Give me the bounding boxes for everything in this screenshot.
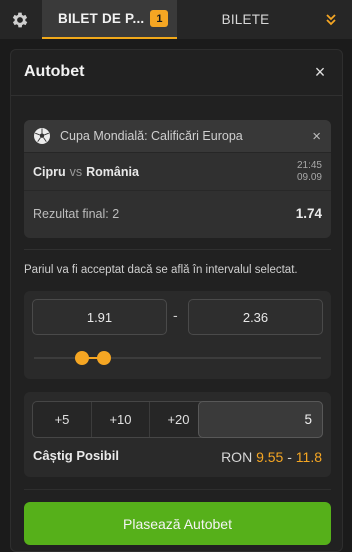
min-odd-input[interactable]: 1.91 — [32, 299, 167, 335]
match-datetime: 21:45 09.09 — [297, 160, 322, 184]
home-team: Cipru — [33, 164, 66, 179]
match-date: 09.09 — [296, 172, 322, 183]
tab-bet-slip[interactable]: BILET DE P... 1 — [42, 0, 177, 39]
vs-label: vs — [69, 164, 83, 179]
top-tab-bar: BILET DE P... 1 BILETE — [0, 0, 352, 39]
place-autobet-button[interactable]: Plasează Autobet — [24, 502, 331, 545]
quick-stake-10-button[interactable]: +10 — [91, 402, 149, 437]
divider — [24, 249, 331, 250]
market-selection: Rezultat final: 2 — [33, 207, 120, 221]
tab-bet-slip-label: BILET DE P... — [58, 11, 145, 26]
close-icon[interactable]: × — [308, 60, 332, 84]
match-time: 21:45 — [296, 160, 322, 171]
slider-max-handle[interactable] — [97, 351, 111, 365]
win-max: 11.8 — [295, 449, 322, 465]
slider-min-handle[interactable] — [75, 351, 89, 365]
match-card: Cupa Mondială: Calificări Europa × Cipru… — [24, 120, 331, 238]
tab-tickets[interactable]: BILETE — [178, 0, 313, 39]
away-team: România — [86, 164, 139, 179]
teams-row: Cipru vs România 21:45 09.09 — [24, 153, 331, 191]
market-row: Rezultat final: 2 1.74 — [24, 191, 331, 237]
modal-header: Autobet × — [11, 50, 342, 96]
stake-box: +5 +10 +20 5 Câștig Posibil RON 9.55 - 1… — [24, 392, 331, 477]
double-chevron-down-icon[interactable] — [316, 0, 346, 39]
quick-stake-5-button[interactable]: +5 — [33, 402, 91, 437]
range-separator: - — [173, 307, 178, 323]
bet-count-badge: 1 — [150, 10, 169, 27]
competition-name: Cupa Mondială: Calificări Europa — [60, 129, 243, 143]
odds-range-box: 1.91 - 2.36 — [24, 291, 331, 379]
soccer-ball-icon — [34, 128, 50, 144]
gear-icon[interactable] — [0, 0, 40, 39]
modal-title: Autobet — [24, 63, 85, 80]
divider — [24, 489, 331, 490]
win-separator: - — [287, 449, 292, 465]
currency: RON — [221, 449, 253, 465]
remove-selection-icon[interactable]: × — [312, 128, 321, 145]
stake-input[interactable]: 5 — [198, 401, 323, 438]
range-note: Pariul va fi acceptat dacă se află în in… — [24, 264, 298, 276]
quick-stake-group: +5 +10 +20 5 — [32, 401, 323, 438]
autobet-modal: Autobet × Cupa Mondială: Calificări Euro… — [10, 49, 343, 552]
match-card-header: Cupa Mondială: Calificări Europa × — [24, 120, 331, 153]
win-min: 9.55 — [256, 449, 284, 465]
possible-win-label: Câștig Posibil — [33, 448, 119, 463]
possible-win-value: RON 9.55 - 11.8 — [221, 449, 322, 465]
max-odd-input[interactable]: 2.36 — [188, 299, 323, 335]
selection-odd: 1.74 — [295, 206, 322, 221]
